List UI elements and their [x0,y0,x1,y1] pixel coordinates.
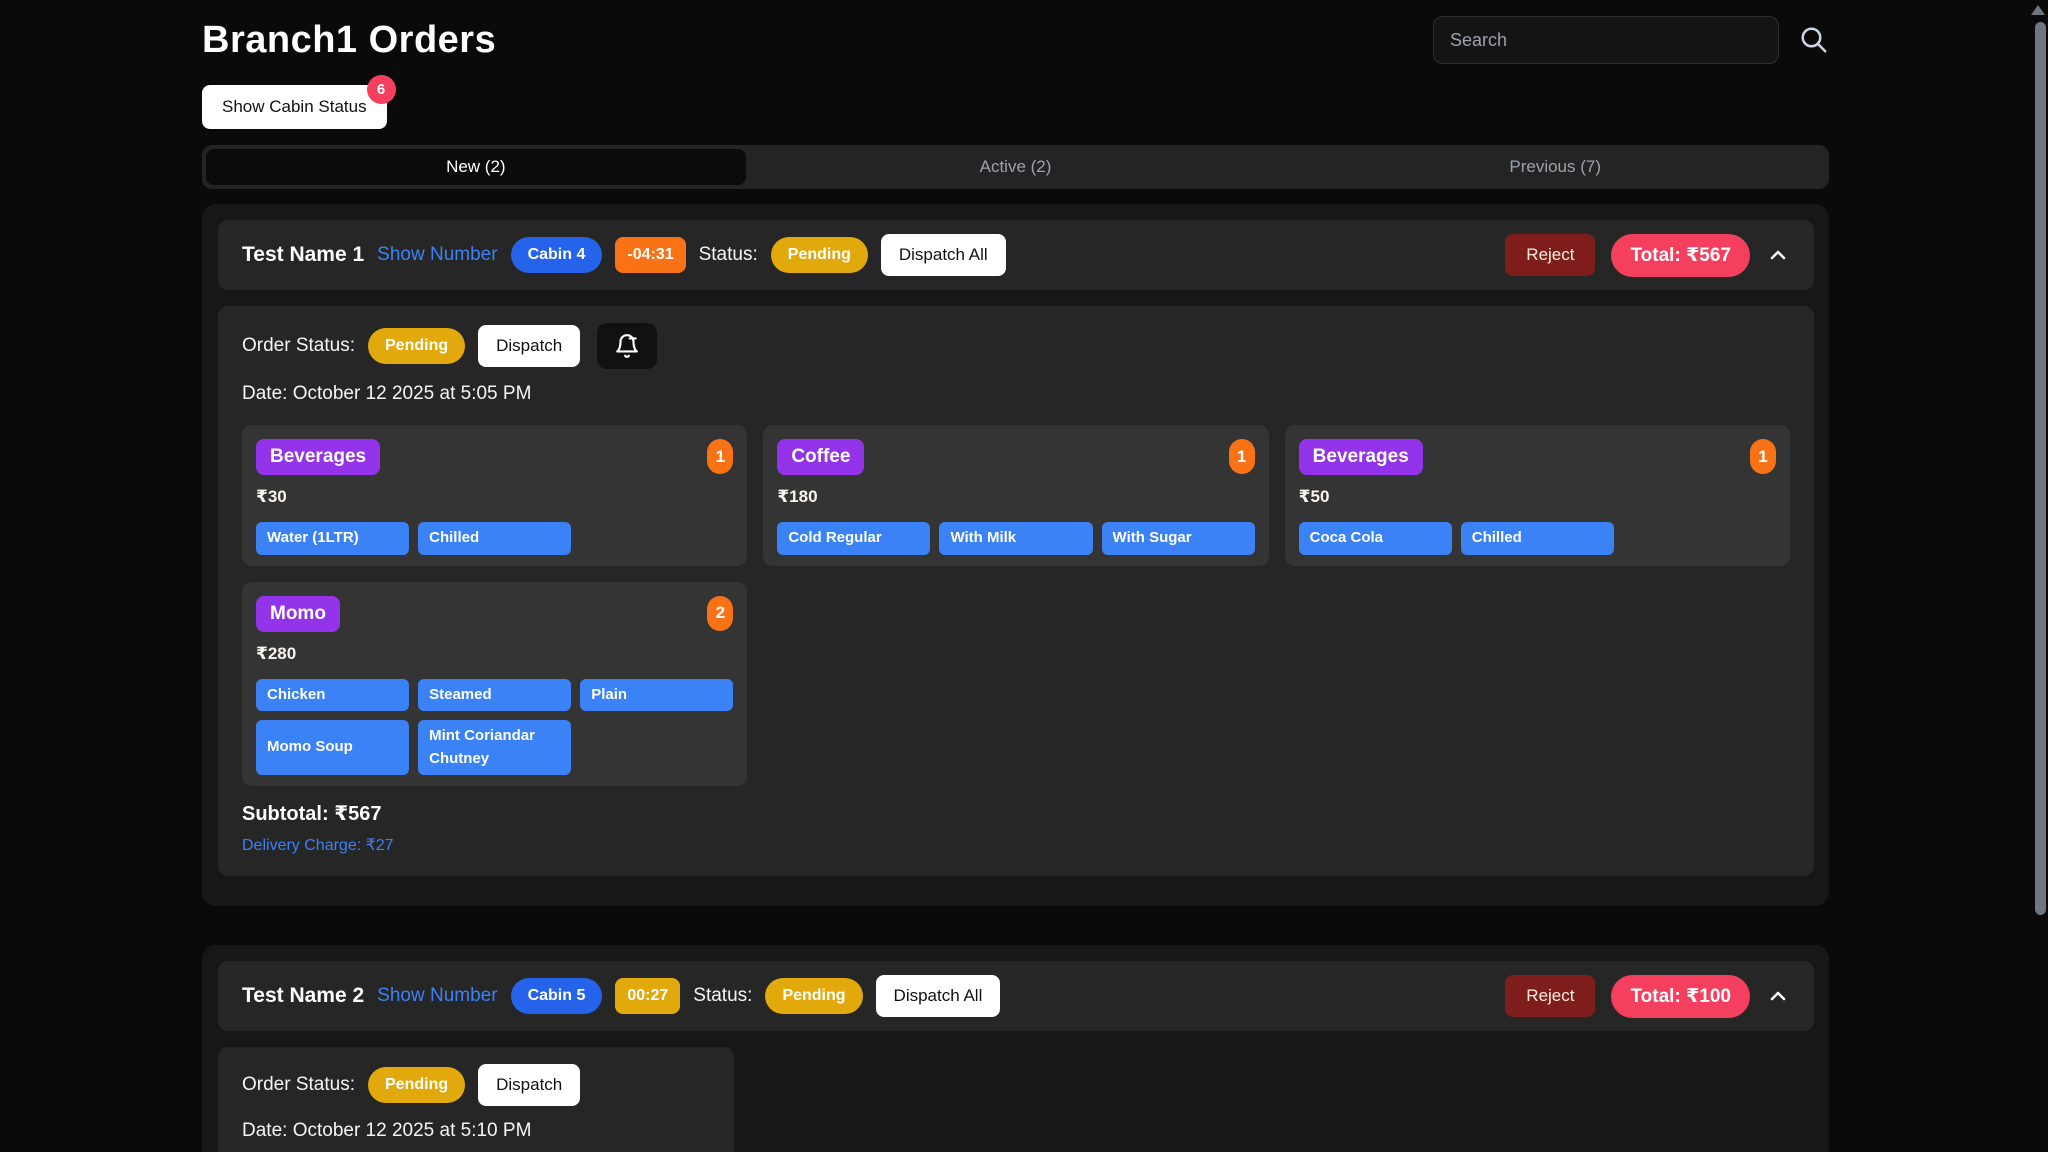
order-status-row: Order Status: Pending Dispatch [242,323,1790,369]
scrollbar[interactable] [2032,0,2048,1152]
item-price: ₹280 [256,644,733,664]
item-tag: Coca Cola [1299,522,1452,555]
subtotal: Subtotal: ₹567 [242,801,1790,826]
collapse-order-button[interactable] [1766,243,1790,267]
order-2-header-left: Test Name 2 Show Number Cabin 5 00:27 St… [242,975,1000,1017]
order-2-header: Test Name 2 Show Number Cabin 5 00:27 St… [218,961,1814,1031]
order-1-body: Order Status: Pending Dispatch Date: Oct… [218,306,1814,876]
status-badge: Pending [765,978,862,1014]
customer-name: Test Name 1 [242,243,364,267]
item-tag: Chilled [1461,522,1614,555]
order-date: Date: October 12 2025 at 5:10 PM [242,1120,710,1142]
top-bar: Branch1 Orders [202,0,1829,64]
status-label: Status: [693,985,752,1007]
order-2-body: Order Status: Pending Dispatch Date: Oct… [218,1047,734,1152]
item-card-top: Beverages 1 [1299,439,1776,475]
item-category-badge: Momo [256,596,340,632]
dispatch-all-button[interactable]: Dispatch All [876,975,1001,1017]
order-status-label: Order Status: [242,1074,355,1096]
item-tag: Chilled [418,522,571,555]
dispatch-all-button[interactable]: Dispatch All [881,234,1006,276]
item-tags: Coca Cola Chilled [1299,522,1776,555]
items-grid: Beverages 1 ₹30 Water (1LTR) Chilled Cof… [242,425,1790,786]
cabin-status-badge: 6 [367,75,396,104]
scrollbar-up-arrow-icon[interactable] [2031,5,2045,15]
page-title: Branch1 Orders [202,19,496,62]
search-area [1433,16,1829,64]
dispatch-button[interactable]: Dispatch [478,325,580,367]
item-tag: Steamed [418,679,571,712]
orders-page: Branch1 Orders Show Cabin Status 6 New (… [202,0,1829,1152]
item-tag: Water (1LTR) [256,522,409,555]
item-qty-badge: 1 [1229,439,1255,474]
item-card: Beverages 1 ₹50 Coca Cola Chilled [1285,425,1790,566]
item-tags: Chicken Steamed Plain Momo Soup Mint Cor… [256,679,733,776]
item-tag: Momo Soup [256,720,409,775]
order-status-badge: Pending [368,328,465,364]
item-category-badge: Coffee [777,439,864,475]
timer-badge: 00:27 [615,978,680,1014]
tab-active[interactable]: Active (2) [746,149,1286,185]
item-qty-badge: 1 [707,439,733,474]
item-tag: With Sugar [1102,522,1255,555]
reject-button[interactable]: Reject [1505,234,1595,276]
cabin-pill: Cabin 4 [511,237,603,273]
order-1-header-left: Test Name 1 Show Number Cabin 4 -04:31 S… [242,234,1006,276]
item-tag: Chicken [256,679,409,712]
order-card-1: Test Name 1 Show Number Cabin 4 -04:31 S… [202,204,1829,906]
item-card: Beverages 1 ₹30 Water (1LTR) Chilled [242,425,747,566]
tab-previous[interactable]: Previous (7) [1285,149,1825,185]
item-card-top: Momo 2 [256,596,733,632]
notify-button[interactable] [597,323,657,369]
chevron-up-icon [1766,984,1790,1008]
item-tag: Plain [580,679,733,712]
order-2-header-right: Reject Total: ₹100 [1505,975,1790,1018]
total-badge: Total: ₹100 [1611,975,1750,1018]
item-tags: Water (1LTR) Chilled [256,522,733,555]
item-category-badge: Beverages [1299,439,1423,475]
show-number-link[interactable]: Show Number [377,244,497,266]
order-tabs: New (2) Active (2) Previous (7) [202,145,1829,189]
order-card-2: Test Name 2 Show Number Cabin 5 00:27 St… [202,945,1829,1152]
item-card: Coffee 1 ₹180 Cold Regular With Milk Wit… [763,425,1268,566]
tab-new[interactable]: New (2) [206,149,746,185]
show-cabin-status-button[interactable]: Show Cabin Status [202,85,387,129]
item-qty-badge: 2 [707,596,733,631]
customer-name: Test Name 2 [242,984,364,1008]
delivery-charge: Delivery Charge: ₹27 [242,835,1790,855]
cabin-pill: Cabin 5 [511,978,603,1014]
scrollbar-thumb[interactable] [2035,22,2046,915]
order-date: Date: October 12 2025 at 5:05 PM [242,383,1790,405]
item-category-badge: Beverages [256,439,380,475]
item-price: ₹30 [256,487,733,507]
item-card-top: Beverages 1 [256,439,733,475]
order-status-badge: Pending [368,1067,465,1103]
item-card: Momo 2 ₹280 Chicken Steamed Plain Momo S… [242,582,747,787]
search-input[interactable] [1433,16,1779,64]
search-icon[interactable] [1799,25,1829,55]
status-label: Status: [699,244,758,266]
reject-button[interactable]: Reject [1505,975,1595,1017]
item-price: ₹50 [1299,487,1776,507]
cabin-status-wrap: Show Cabin Status 6 [202,85,387,129]
status-badge: Pending [771,237,868,273]
order-status-label: Order Status: [242,335,355,357]
item-tag: With Milk [939,522,1092,555]
collapse-order-button[interactable] [1766,984,1790,1008]
item-tag: Cold Regular [777,522,930,555]
show-number-link[interactable]: Show Number [377,985,497,1007]
timer-badge: -04:31 [615,237,685,273]
order-1-header: Test Name 1 Show Number Cabin 4 -04:31 S… [218,220,1814,290]
order-1-header-right: Reject Total: ₹567 [1505,234,1790,277]
item-tags: Cold Regular With Milk With Sugar [777,522,1254,555]
total-badge: Total: ₹567 [1611,234,1750,277]
order-status-row: Order Status: Pending Dispatch [242,1064,710,1106]
item-tag: Mint Coriandar Chutney [418,720,571,775]
item-price: ₹180 [777,487,1254,507]
item-qty-badge: 1 [1750,439,1776,474]
dispatch-button[interactable]: Dispatch [478,1064,580,1106]
chevron-up-icon [1766,243,1790,267]
item-card-top: Coffee 1 [777,439,1254,475]
bell-icon [614,333,640,359]
